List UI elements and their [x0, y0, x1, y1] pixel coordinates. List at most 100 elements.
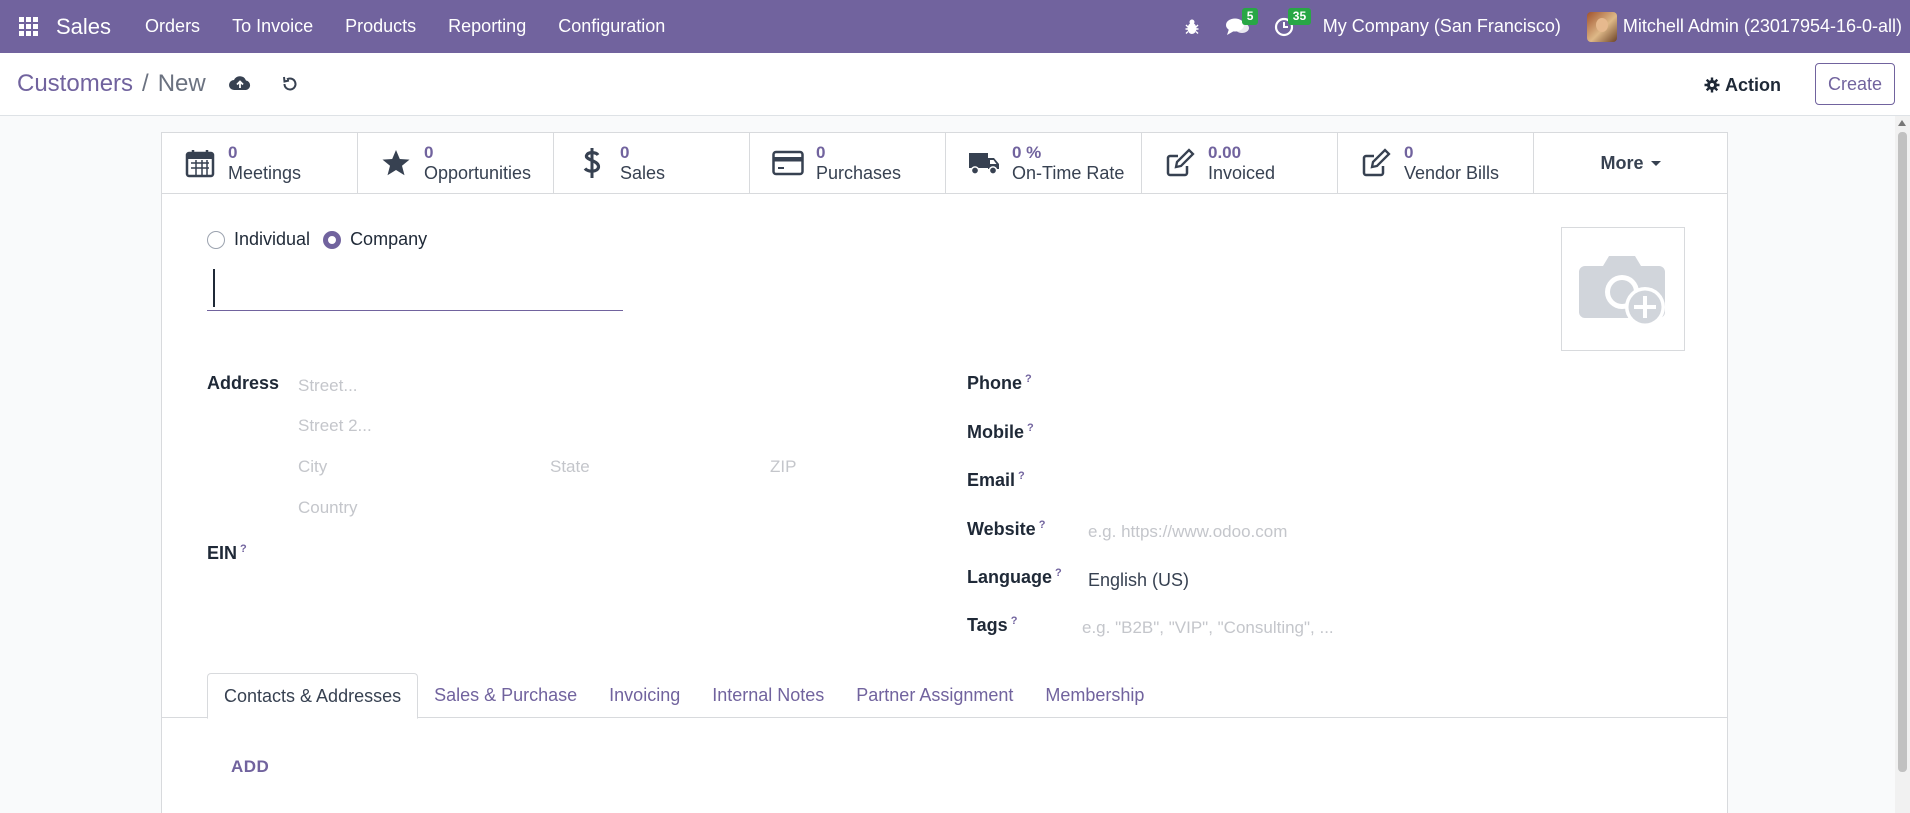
debug-bug-icon[interactable]: [1169, 0, 1215, 53]
star-icon: [380, 147, 412, 179]
tab-internal-notes[interactable]: Internal Notes: [696, 673, 840, 719]
ein-label-text: EIN: [207, 543, 238, 563]
credit-card-icon: [772, 147, 804, 179]
more-label: More: [1600, 152, 1644, 173]
help-tooltip-icon[interactable]: ?: [1025, 373, 1032, 385]
mobile-label-text: Mobile: [967, 422, 1024, 442]
language-label: Language?: [967, 567, 1062, 588]
stat-button-on-time-rate[interactable]: 0 % On-Time Rate: [946, 133, 1142, 193]
tab-contacts-addresses[interactable]: Contacts & Addresses: [207, 673, 419, 719]
action-menu-button[interactable]: Action: [1704, 67, 1781, 103]
name-input[interactable]: [207, 261, 623, 311]
menu-configuration[interactable]: Configuration: [542, 0, 681, 53]
tab-sales-purchase[interactable]: Sales & Purchase: [418, 673, 593, 719]
notebook-tabs: Contacts & Addresses Sales & Purchase In…: [207, 673, 1160, 719]
stat-label: Sales: [620, 163, 666, 183]
stat-value: 0.00: [1208, 143, 1242, 162]
city-input[interactable]: City: [298, 457, 327, 477]
tab-invoicing[interactable]: Invoicing: [593, 673, 696, 719]
tags-input[interactable]: e.g. "B2B", "VIP", "Consulting", ...: [1082, 618, 1334, 638]
menu-orders[interactable]: Orders: [129, 0, 216, 53]
top-navbar: Sales Orders To Invoice Products Reporti…: [0, 0, 1910, 53]
stat-label: Purchases: [816, 163, 902, 183]
user-menu[interactable]: Mitchell Admin (23017954-16-0-all): [1586, 11, 1910, 42]
address-label: Address: [207, 373, 280, 393]
radio-company-label[interactable]: Company: [350, 229, 427, 250]
language-select[interactable]: English (US): [1088, 570, 1189, 591]
page-scrollbar[interactable]: [1895, 116, 1910, 813]
text-cursor: [213, 269, 215, 307]
stat-value: 0 %: [1012, 143, 1042, 162]
email-label-text: Email: [967, 470, 1016, 490]
menu-reporting[interactable]: Reporting: [432, 0, 542, 53]
menu-to-invoice[interactable]: To Invoice: [216, 0, 329, 53]
user-name: Mitchell Admin (23017954-16-0-all): [1622, 16, 1902, 36]
language-label-text: Language: [967, 567, 1053, 587]
action-label: Action: [1725, 74, 1781, 95]
company-type-radio-group: Individual Company: [207, 229, 440, 250]
caret-down-icon: [1650, 160, 1661, 166]
tab-membership[interactable]: Membership: [1029, 673, 1160, 719]
help-tooltip-icon[interactable]: ?: [1055, 567, 1062, 579]
ein-label: EIN?: [207, 543, 247, 564]
gear-icon: [1704, 77, 1720, 93]
tab-partner-assignment[interactable]: Partner Assignment: [840, 673, 1029, 719]
breadcrumb-separator: /: [142, 70, 149, 97]
help-tooltip-icon[interactable]: ?: [240, 543, 247, 555]
help-tooltip-icon[interactable]: ?: [1039, 519, 1046, 531]
country-input[interactable]: Country: [298, 498, 358, 518]
truck-icon: [968, 147, 1000, 179]
help-tooltip-icon[interactable]: ?: [1027, 422, 1034, 434]
company-switcher[interactable]: My Company (San Francisco): [1307, 16, 1587, 37]
stat-label: Vendor Bills: [1404, 163, 1500, 183]
stat-buttons-bar: 0 Meetings 0 Opportunities 0 Sales 0 Purchas…: [162, 133, 1727, 194]
menu-products[interactable]: Products: [329, 0, 432, 53]
street-input[interactable]: Street...: [298, 376, 358, 396]
tags-label-text: Tags: [967, 615, 1008, 635]
stat-label: Meetings: [228, 163, 302, 183]
stat-button-meetings[interactable]: 0 Meetings: [162, 133, 358, 193]
help-tooltip-icon[interactable]: ?: [1011, 615, 1018, 627]
stat-button-vendor-bills[interactable]: 0 Vendor Bills: [1338, 133, 1534, 193]
zip-input[interactable]: ZIP: [770, 457, 796, 477]
stat-label: Opportunities: [424, 163, 532, 183]
breadcrumb-customers[interactable]: Customers: [17, 70, 133, 98]
radio-company[interactable]: [323, 230, 342, 249]
messages-chat-icon[interactable]: 5: [1215, 0, 1261, 53]
app-menu-grid-icon[interactable]: [0, 0, 56, 53]
scrollbar-thumb[interactable]: [1898, 132, 1907, 772]
help-tooltip-icon[interactable]: ?: [1018, 470, 1025, 482]
stat-button-opportunities[interactable]: 0 Opportunities: [358, 133, 554, 193]
state-input[interactable]: State: [550, 457, 590, 477]
scroll-up-arrow-icon[interactable]: [1898, 120, 1906, 126]
discard-undo-icon[interactable]: [278, 72, 302, 96]
image-upload[interactable]: [1561, 227, 1685, 351]
website-label-text: Website: [967, 519, 1036, 539]
stat-value: 0: [620, 143, 630, 162]
stat-button-sales[interactable]: 0 Sales: [554, 133, 750, 193]
tags-label: Tags?: [967, 615, 1017, 636]
stat-label: On-Time Rate: [1012, 163, 1125, 183]
stat-value: 0: [228, 143, 238, 162]
add-contact-button[interactable]: ADD: [231, 757, 269, 777]
camera-add-icon: [1579, 256, 1665, 327]
website-input[interactable]: e.g. https://www.odoo.com: [1088, 522, 1287, 542]
phone-label: Phone?: [967, 373, 1032, 394]
form-sheet: 0 Meetings 0 Opportunities 0 Sales 0 Purchas…: [161, 132, 1728, 813]
calendar-icon: [184, 147, 216, 179]
breadcrumb: Customers / New: [17, 70, 302, 98]
radio-individual[interactable]: [207, 230, 225, 249]
stat-button-invoiced[interactable]: 0.00 Invoiced: [1142, 133, 1338, 193]
app-name[interactable]: Sales: [56, 14, 111, 40]
stat-button-purchases[interactable]: 0 Purchases: [750, 133, 946, 193]
phone-label-text: Phone: [967, 373, 1023, 393]
activities-badge: 35: [1287, 8, 1312, 25]
more-stats-button[interactable]: More: [1534, 133, 1727, 193]
breadcrumb-current: New: [157, 70, 206, 97]
pencil-square-icon: [1360, 147, 1392, 179]
create-button[interactable]: Create: [1815, 63, 1895, 105]
activities-clock-icon[interactable]: 35: [1261, 0, 1312, 53]
street2-input[interactable]: Street 2...: [298, 416, 372, 436]
save-cloud-icon[interactable]: [228, 72, 252, 96]
radio-individual-label[interactable]: Individual: [234, 229, 310, 250]
